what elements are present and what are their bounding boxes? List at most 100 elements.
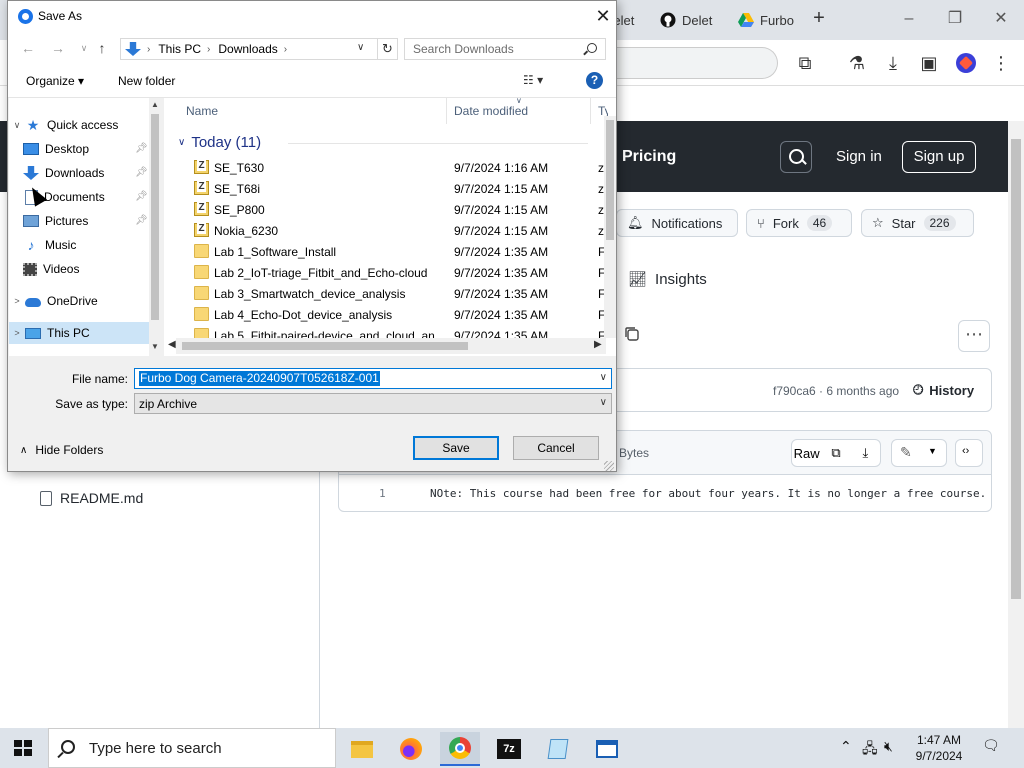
history-button[interactable]: 🕘︎ History [913,382,974,398]
file-row[interactable]: Lab 5_Fitbit-paired-device_and_cloud_an.… [164,325,604,338]
file-row[interactable]: SE_T630 9/7/2024 1:16 AM zi [164,157,607,178]
breadcrumb-downloads[interactable]: Downloads [218,42,277,56]
app-window-icon[interactable] [587,732,627,766]
file-explorer-icon[interactable] [342,732,382,766]
up-arrow-icon[interactable]: ↑ [92,38,112,58]
chevron-down-icon[interactable]: ∨ [600,372,607,383]
notifications-button[interactable]: 🔔︎ Notifications [616,209,738,237]
address-breadcrumb[interactable]: › This PC › Downloads › ∨ ↻ [120,38,398,60]
line-text: NOte: This course had been free for abou… [430,487,987,500]
clock-time: 1:47 AM [916,733,962,747]
symbols-icon[interactable]: ‹› [955,439,983,467]
file-row[interactable]: Lab 4_Echo-Dot_device_analysis 9/7/2024 … [164,304,608,325]
notifications-icon[interactable]: 🗨︎ [982,737,1000,754]
nav-item-this-pc[interactable]: > This PC [9,322,149,344]
view-options-icon[interactable]: ☷ ▾ [523,73,543,87]
new-folder-button[interactable]: New folder [118,74,175,88]
nav-item-downloads[interactable]: Downloads 📌︎ [9,162,149,184]
copy-icon[interactable] [624,326,640,342]
scroll-down-icon[interactable]: ▼ [149,342,161,351]
scroll-left-icon[interactable]: ◀ [168,339,176,350]
download-raw-icon[interactable]: ⤓ [851,445,880,461]
file-row[interactable]: Lab 1_Software_Install 9/7/2024 1:35 AM … [164,241,608,262]
7zip-icon[interactable]: 7z [489,732,529,766]
firefox-icon[interactable] [391,732,431,766]
tab-2[interactable]: Delet [660,6,720,34]
download-icon[interactable]: ⤓ [882,52,904,74]
tab-3[interactable]: Furbo [738,6,794,34]
close-icon[interactable]: ✕ [592,5,614,27]
windows-start-icon[interactable] [14,740,32,756]
nav-item-pictures[interactable]: Pictures 📌︎ [9,210,149,232]
scroll-up-icon[interactable]: ▲ [149,100,161,109]
file-row[interactable]: Nokia_6230 9/7/2024 1:15 AM zi [164,220,607,241]
recent-locations-chevron-icon[interactable]: ∨ [74,38,94,58]
commit-info[interactable]: f790ca6 · 6 months ago [773,384,899,398]
nav-item-quick-access[interactable]: ∨ ★ Quick access [9,114,149,136]
search-icon[interactable] [780,141,812,173]
menu-kebab-icon[interactable]: ⋮ [990,52,1012,74]
file-name-input[interactable]: Furbo Dog Camera-20240907T052618Z-001 ∨ [134,368,612,389]
copy-raw-icon[interactable]: ⧉ [821,445,850,461]
google-drive-icon [738,13,754,27]
page-scrollbar[interactable] [1008,121,1024,728]
dialog-titlebar[interactable]: Save As ✕ [8,1,616,32]
organize-menu-button[interactable]: Organize ▾ [26,74,84,88]
extensions-icon[interactable]: ⧉ [794,52,816,74]
network-icon[interactable]: 🖧︎ [862,738,878,762]
fork-button[interactable]: ⑂ Fork 46 [746,209,852,237]
nav-pricing[interactable]: Pricing [622,148,676,166]
volume-muted-icon[interactable]: 🔇︎ [884,738,893,755]
maximize-button[interactable]: ❐ [940,8,970,30]
sign-up-button[interactable]: Sign up [902,141,976,173]
sign-in-link[interactable]: Sign in [836,148,882,165]
breadcrumb-this-pc[interactable]: This PC [158,42,201,56]
save-as-type-select[interactable]: zip Archive ∨ [134,393,612,414]
minimize-button[interactable]: – [894,8,924,30]
tab-insights[interactable]: 📈︎ Insights [628,270,707,289]
system-clock[interactable]: 1:47 AM 9/7/2024 [904,732,974,764]
search-downloads-input[interactable]: Search Downloads [404,38,606,60]
nav-item-desktop[interactable]: Desktop 📌︎ [9,138,149,160]
edit-button-group[interactable]: ✎ ▼ [891,439,947,467]
show-hidden-icons-chevron-icon[interactable]: ⌃ [840,738,852,755]
notepad-icon[interactable] [538,732,578,766]
file-list-vertical-scrollbar[interactable] [604,116,616,338]
star-button[interactable]: ☆ Star 226 [861,209,974,237]
labs-flask-icon[interactable]: ⚗ [846,52,868,74]
new-tab-button[interactable]: + [808,8,830,30]
profile-avatar[interactable] [956,53,976,73]
file-tree-item-readme[interactable]: README.md [40,490,143,506]
back-arrow-icon[interactable]: ← [18,38,38,58]
address-bar[interactable] [600,47,778,79]
nav-item-onedrive[interactable]: > OneDrive [9,290,149,312]
file-name-label: File name: [71,372,128,386]
nav-item-videos[interactable]: Videos [9,258,149,280]
file-list-horizontal-scrollbar[interactable]: ◀ ▶ [168,338,606,354]
nav-item-music[interactable]: ♪ Music [9,234,149,256]
column-date-modified[interactable]: Date modified [454,104,528,118]
hide-folders-button[interactable]: ∧ Hide Folders [20,443,103,457]
nav-pane-scrollbar[interactable]: ▲ ▼ [149,98,161,356]
taskbar-search-input[interactable]: Type here to search [48,728,336,768]
refresh-icon[interactable]: ↻ [377,39,397,59]
group-header-today[interactable]: ∨ Today (11) [178,134,589,151]
raw-button[interactable]: Raw [792,446,821,461]
file-row[interactable]: SE_P800 9/7/2024 1:15 AM zi [164,199,607,220]
file-row[interactable]: Lab 2_IoT-triage_Fitbit_and_Echo-cloud 9… [164,262,608,283]
cancel-button[interactable]: Cancel [513,436,599,460]
side-panel-icon[interactable]: ▣ [918,52,940,74]
chrome-icon[interactable] [440,732,480,766]
forward-arrow-icon[interactable]: → [48,38,68,58]
close-window-button[interactable]: ✕ [986,8,1016,30]
scroll-right-icon[interactable]: ▶ [594,339,602,350]
file-row[interactable]: Lab 3_Smartwatch_device_analysis 9/7/202… [164,283,608,304]
address-dropdown-chevron-icon[interactable]: ∨ [357,42,364,53]
save-button[interactable]: Save [413,436,499,460]
file-row[interactable]: SE_T68i 9/7/2024 1:15 AM zi [164,178,607,199]
help-icon[interactable]: ? [586,72,603,89]
column-name[interactable]: Name [186,104,218,118]
resize-grip[interactable] [604,461,614,471]
file-list-pane: Name Date modified ∨ Ty ∨ Today (11) SE_… [164,96,616,356]
more-options-button[interactable]: ⋯ [958,320,990,352]
